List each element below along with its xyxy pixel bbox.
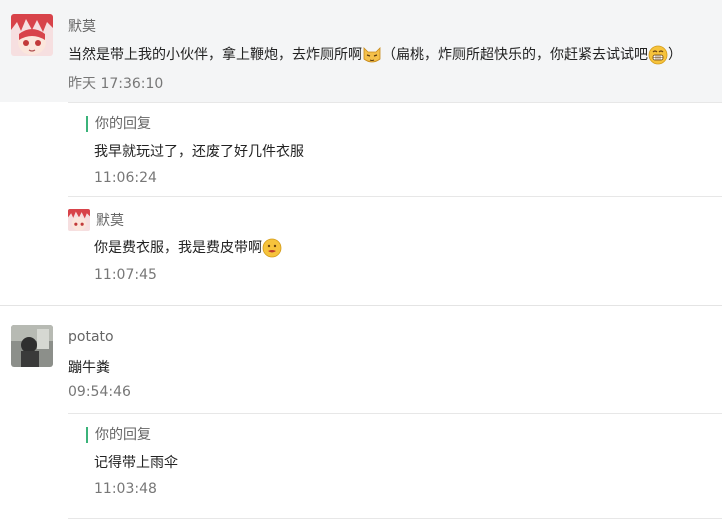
comment-card: 默莫 当然是带上我的小伙伴，拿上鞭炮，去炸厕所啊 （扁桃，炸厕所超快乐的，你赶紧去… [0, 0, 722, 102]
message-text-part-3: ） [668, 47, 682, 63]
reply-label: 你的回复 [86, 116, 151, 132]
avatar[interactable] [11, 14, 53, 56]
comment-message: 当然是带上我的小伙伴，拿上鞭炮，去炸厕所啊 （扁桃，炸厕所超快乐的，你赶紧去试试吧… [68, 44, 682, 65]
author-name[interactable]: potato [68, 329, 114, 345]
reply-section: 你的回复 我早就玩过了，还废了好几件衣服 11:06:24 默莫 你是费衣服，我… [0, 102, 722, 305]
reply-message: 记得带上雨伞 [94, 455, 178, 471]
reply-item: 你的回复 我早就玩过了，还废了好几件衣服 11:06:24 [68, 102, 722, 197]
author-name[interactable]: 默莫 [68, 16, 96, 36]
reply-item: 你的回复 记得带上雨伞 11:03:48 [68, 413, 722, 519]
cat-face-emoji-icon [363, 47, 381, 63]
comment-message: 蹦牛粪 [68, 360, 110, 376]
reply-section: 你的回复 记得带上雨伞 11:03:48 [0, 413, 722, 523]
comment-time: 09:54:46 [68, 384, 131, 400]
reply-time: 11:03:48 [94, 481, 157, 497]
grimace-emoji-icon [262, 238, 282, 258]
comment-card: potato 蹦牛粪 09:54:46 [0, 305, 722, 413]
grin-emoji-icon [648, 45, 668, 65]
message-text-part-1: 当然是带上我的小伙伴，拿上鞭炮，去炸厕所啊 [68, 47, 362, 63]
reply-label: 你的回复 [86, 427, 151, 443]
avatar[interactable] [68, 209, 90, 231]
reply-author[interactable]: 默莫 [68, 209, 124, 231]
reply-message: 你是费衣服，我是费皮带啊 [94, 237, 282, 258]
reply-time: 11:07:45 [94, 267, 157, 283]
message-text-part-2: （扁桃，炸厕所超快乐的，你赶紧去试试吧 [382, 47, 648, 63]
reply-message-text: 你是费衣服，我是费皮带啊 [94, 240, 262, 256]
comment-time: 昨天 17:36:10 [68, 76, 164, 92]
reply-author-name[interactable]: 默莫 [96, 210, 124, 230]
reply-message: 我早就玩过了，还废了好几件衣服 [94, 144, 304, 160]
avatar[interactable] [11, 325, 53, 367]
reply-time: 11:06:24 [94, 170, 157, 186]
reply-item: 默莫 你是费衣服，我是费皮带啊 11:07:45 [68, 196, 722, 306]
